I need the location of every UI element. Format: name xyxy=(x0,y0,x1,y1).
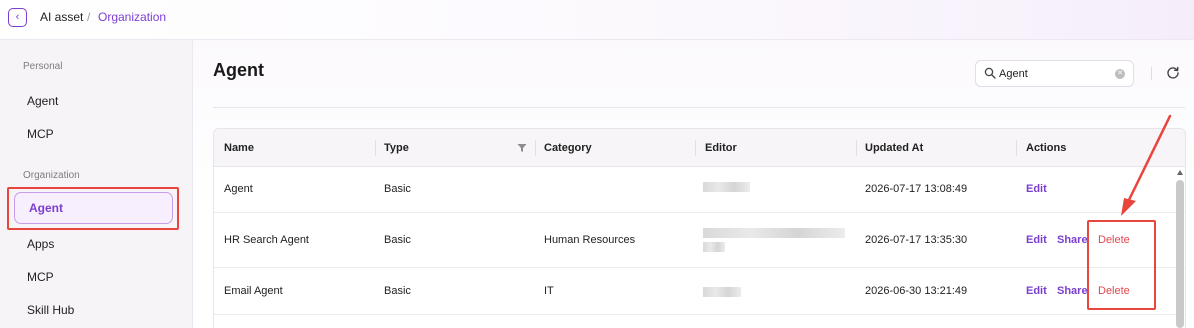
cell-category: Human Resources xyxy=(544,234,636,246)
edit-button[interactable]: Edit xyxy=(1026,285,1047,297)
refresh-icon[interactable] xyxy=(1166,66,1180,80)
chevron-left-icon: ‹ xyxy=(15,11,20,23)
cell-name: HR Search Agent xyxy=(224,234,309,246)
sidebar-item-apps[interactable]: Apps xyxy=(27,237,54,251)
cell-updated-at: 2026-07-17 13:08:49 xyxy=(865,183,968,195)
clear-icon[interactable]: ✕ xyxy=(1115,69,1125,79)
column-header-name[interactable]: Name xyxy=(224,142,254,154)
column-divider xyxy=(535,140,536,156)
sidebar-item-personal-agent[interactable]: Agent xyxy=(27,94,58,108)
edit-button[interactable]: Edit xyxy=(1026,234,1047,246)
sidebar-item-skill-hub[interactable]: Skill Hub xyxy=(27,303,74,317)
column-divider xyxy=(695,140,696,156)
search-icon xyxy=(984,67,996,79)
breadcrumb-current: Organization xyxy=(98,10,167,24)
cell-category: IT xyxy=(544,285,554,297)
page-title: Agent xyxy=(213,60,264,80)
cell-name: Agent xyxy=(224,183,253,195)
edit-button[interactable]: Edit xyxy=(1026,183,1047,195)
annotation-arrow xyxy=(1121,114,1172,216)
cell-name: Email Agent xyxy=(224,285,283,297)
editor-redacted xyxy=(703,182,750,192)
top-bar: ‹ AI asset / Organization xyxy=(0,0,1194,40)
main-content: Agent ✕ Name Type Category Editor Update… xyxy=(193,40,1194,328)
breadcrumb-root[interactable]: AI asset xyxy=(40,10,83,24)
cell-type: Basic xyxy=(384,234,411,246)
column-divider xyxy=(375,140,376,156)
column-header-updated-at[interactable]: Updated At xyxy=(865,142,923,154)
table-header: Name Type Category Editor Updated At Act… xyxy=(214,129,1185,167)
table-row: HR Search Agent Basic Human Resources 20… xyxy=(214,213,1185,268)
agent-table: Name Type Category Editor Updated At Act… xyxy=(213,128,1186,328)
filter-icon[interactable] xyxy=(517,143,527,153)
cell-type: Basic xyxy=(384,183,411,195)
editor-redacted xyxy=(703,242,725,252)
column-header-actions: Actions xyxy=(1026,142,1067,154)
highlight-box-sidebar-agent xyxy=(7,187,179,230)
table-row: Email Agent Basic IT 2026-06-30 13:21:49… xyxy=(214,268,1185,315)
sidebar-section-personal: Personal xyxy=(23,61,63,72)
back-button[interactable]: ‹ xyxy=(8,8,27,27)
editor-redacted xyxy=(703,287,741,297)
column-header-category[interactable]: Category xyxy=(544,142,592,154)
share-button[interactable]: Share xyxy=(1057,234,1088,246)
share-button[interactable]: Share xyxy=(1057,285,1088,297)
sidebar: Personal Agent MCP Organization Agent Ap… xyxy=(0,40,193,328)
highlight-box-delete-actions xyxy=(1087,220,1156,310)
toolbar-divider xyxy=(1151,67,1152,80)
cell-type: Basic xyxy=(384,285,411,297)
column-header-type[interactable]: Type xyxy=(384,142,409,154)
cell-updated-at: 2026-06-30 13:21:49 xyxy=(865,285,968,297)
column-divider xyxy=(1016,140,1017,156)
column-divider xyxy=(856,140,857,156)
breadcrumb-separator: / xyxy=(87,10,91,24)
divider xyxy=(213,107,1185,108)
sidebar-item-personal-mcp[interactable]: MCP xyxy=(27,127,54,141)
table-row: Agent Basic 2026-07-17 13:08:49 Edit xyxy=(214,167,1185,213)
search-input[interactable] xyxy=(999,65,1109,83)
column-header-editor[interactable]: Editor xyxy=(705,142,737,154)
editor-redacted xyxy=(703,228,845,238)
cell-updated-at: 2026-07-17 13:35:30 xyxy=(865,234,968,246)
search-box[interactable]: ✕ xyxy=(975,60,1134,87)
sidebar-item-org-mcp[interactable]: MCP xyxy=(27,270,54,284)
sidebar-section-organization: Organization xyxy=(23,170,80,181)
